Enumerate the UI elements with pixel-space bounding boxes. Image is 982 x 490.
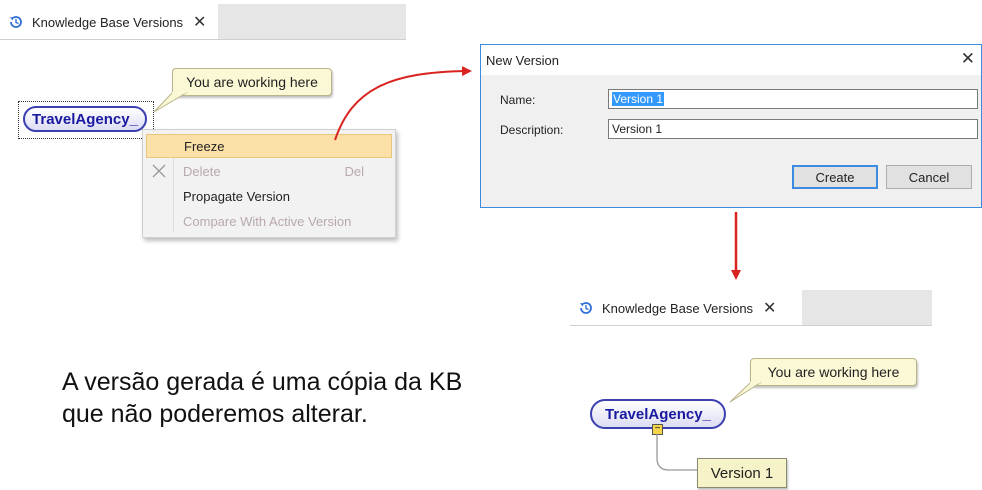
cancel-button-label: Cancel [908,169,950,185]
create-button-label: Create [815,169,855,185]
version-label: Version 1 [710,464,774,482]
tab-strip-empty [802,290,932,326]
caption-line-1: A versão gerada é uma cópia da KB [62,368,463,396]
bottom-tab-knowledge-base-versions[interactable]: Knowledge Base Versions ✕ [570,290,802,326]
close-icon[interactable]: ✕ [961,49,975,69]
caption-line-2: que não poderemos alterar. [62,400,368,428]
name-label: Name: [500,93,536,107]
close-icon[interactable]: ✕ [763,298,776,318]
callout-pointer [729,382,762,403]
node-label: TravelAgency_ [605,405,711,423]
bottom-tab-bar: Knowledge Base Versions ✕ [570,290,932,326]
tab-divider [570,325,932,326]
dialog-titlebar: New Version ✕ [481,45,981,75]
collapse-glyph: − [654,423,661,434]
arrow-to-dialog [334,66,472,141]
callout-text: You are working here [767,364,900,380]
working-here-callout: You are working here [750,358,917,386]
name-field[interactable]: Version 1 [608,89,978,109]
description-field-value: Version 1 [612,122,663,136]
tab-label: Knowledge Base Versions [602,300,754,316]
description-field[interactable]: Version 1 [608,119,978,139]
caption-text: A versão gerada é uma cópia da KB que nã… [62,366,462,430]
description-label: Description: [500,123,564,137]
name-field-value: Version 1 [612,92,665,106]
create-button[interactable]: Create [792,165,878,189]
history-icon [580,302,592,314]
cancel-button[interactable]: Cancel [886,165,972,189]
tree-connector [656,434,698,471]
version-node-version-1[interactable]: Version 1 [697,458,787,488]
dialog-title: New Version [486,52,559,68]
new-version-dialog: New Version ✕ Name: Version 1 Descriptio… [480,44,982,208]
